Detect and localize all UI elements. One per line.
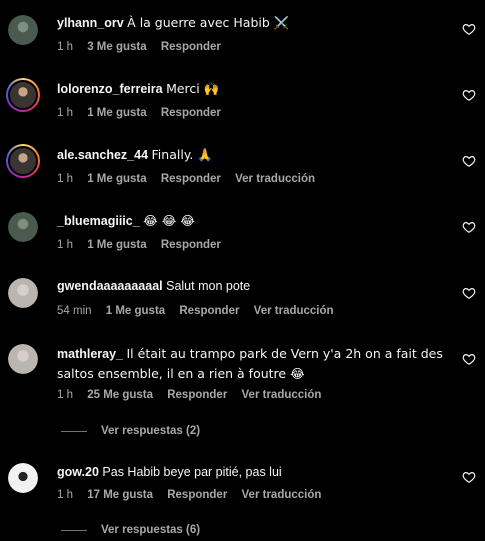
translate-button[interactable]: Ver traducción (254, 305, 334, 317)
comment-time: 1 h (57, 489, 73, 501)
comment-likes[interactable]: 25 Me gusta (87, 389, 153, 401)
heart-outline-icon[interactable] (462, 220, 476, 234)
avatar[interactable] (6, 78, 40, 112)
comment-likes[interactable]: 1 Me gusta (87, 239, 146, 251)
comment-text: gwendaaaaaaaaal Salut mon pote (57, 277, 457, 296)
view-replies-button[interactable]: Ver respuestas (2) (61, 425, 200, 437)
reply-button[interactable]: Responder (161, 173, 221, 185)
reply-button[interactable]: Responder (179, 305, 239, 317)
comment-body: À la guerre avec Habib ⚔️ (127, 15, 290, 30)
comment-time: 1 h (57, 107, 73, 119)
heart-outline-icon[interactable] (462, 22, 476, 36)
comment-username[interactable]: lolorenzo_ferreira (57, 82, 163, 96)
comment-time: 1 h (57, 239, 73, 251)
comment-body: Salut mon pote (166, 279, 251, 293)
view-replies-label: Ver respuestas (2) (101, 425, 201, 437)
avatar[interactable] (8, 344, 38, 374)
comment-text: lolorenzo_ferreira Merci 🙌 (57, 79, 457, 99)
translate-button[interactable]: Ver traducción (242, 389, 322, 401)
comment-text: ylhann_orv À la guerre avec Habib ⚔️ (57, 13, 457, 33)
heart-outline-icon[interactable] (462, 88, 476, 102)
replies-divider (61, 430, 87, 432)
view-replies-button[interactable]: Ver respuestas (6) (61, 524, 200, 536)
reply-button[interactable]: Responder (167, 389, 227, 401)
comment-meta: 1 h 25 Me gusta Responder Ver traducción (57, 389, 332, 401)
heart-outline-icon[interactable] (462, 286, 476, 300)
comment-username[interactable]: _bluemagiiic_ (57, 214, 140, 228)
comment-likes[interactable]: 3 Me gusta (87, 41, 146, 53)
comment-meta: 1 h 17 Me gusta Responder Ver traducción (57, 489, 332, 501)
comment-text: _bluemagiiic_ 😂 😂 😂 (57, 211, 457, 231)
heart-outline-icon[interactable] (462, 470, 476, 484)
comment-username[interactable]: gow.20 (57, 465, 99, 479)
comment-likes[interactable]: 1 Me gusta (87, 107, 146, 119)
comment-meta: 1 h 1 Me gusta Responder Ver traducción (57, 173, 326, 185)
comment-text: gow.20 Pas Habib beye par pitié, pas lui (57, 463, 457, 482)
comment-username[interactable]: ylhann_orv (57, 16, 124, 30)
reply-button[interactable]: Responder (161, 107, 221, 119)
translate-button[interactable]: Ver traducción (235, 173, 315, 185)
comment-username[interactable]: mathleray_ (57, 347, 123, 361)
reply-button[interactable]: Responder (161, 41, 221, 53)
heart-outline-icon[interactable] (462, 154, 476, 168)
comment-username[interactable]: gwendaaaaaaaaal (57, 279, 163, 293)
comment-username[interactable]: ale.sanchez_44 (57, 148, 148, 162)
comment-meta: 54 min 1 Me gusta Responder Ver traducci… (57, 305, 345, 317)
reply-button[interactable]: Responder (167, 489, 227, 501)
view-replies-label: Ver respuestas (6) (101, 524, 201, 536)
avatar[interactable] (8, 463, 38, 493)
comment-body: Finally. 🙏 (151, 147, 213, 162)
comment-text: mathleray_ Il était au trampo park de Ve… (57, 344, 457, 384)
comment-time: 1 h (57, 389, 73, 401)
comment-body: Pas Habib beye par pitié, pas lui (102, 465, 282, 479)
replies-divider (61, 529, 87, 531)
comment-body: Merci 🙌 (166, 81, 220, 96)
comment-time: 54 min (57, 305, 92, 317)
comment-meta: 1 h 1 Me gusta Responder (57, 239, 232, 251)
comment-meta: 1 h 3 Me gusta Responder (57, 41, 232, 53)
comment-time: 1 h (57, 173, 73, 185)
reply-button[interactable]: Responder (161, 239, 221, 251)
translate-button[interactable]: Ver traducción (242, 489, 322, 501)
avatar[interactable] (8, 278, 38, 308)
comment-likes[interactable]: 17 Me gusta (87, 489, 153, 501)
comment-likes[interactable]: 1 Me gusta (106, 305, 165, 317)
comment-time: 1 h (57, 41, 73, 53)
comments-list: ylhann_orv À la guerre avec Habib ⚔️ 1 h… (0, 0, 485, 541)
heart-outline-icon[interactable] (462, 352, 476, 366)
avatar[interactable] (6, 144, 40, 178)
comment-text: ale.sanchez_44 Finally. 🙏 (57, 145, 457, 165)
comment-likes[interactable]: 1 Me gusta (87, 173, 146, 185)
comment-meta: 1 h 1 Me gusta Responder (57, 107, 232, 119)
avatar[interactable] (8, 15, 38, 45)
avatar[interactable] (8, 212, 38, 242)
comment-body: 😂 😂 😂 (143, 213, 195, 228)
